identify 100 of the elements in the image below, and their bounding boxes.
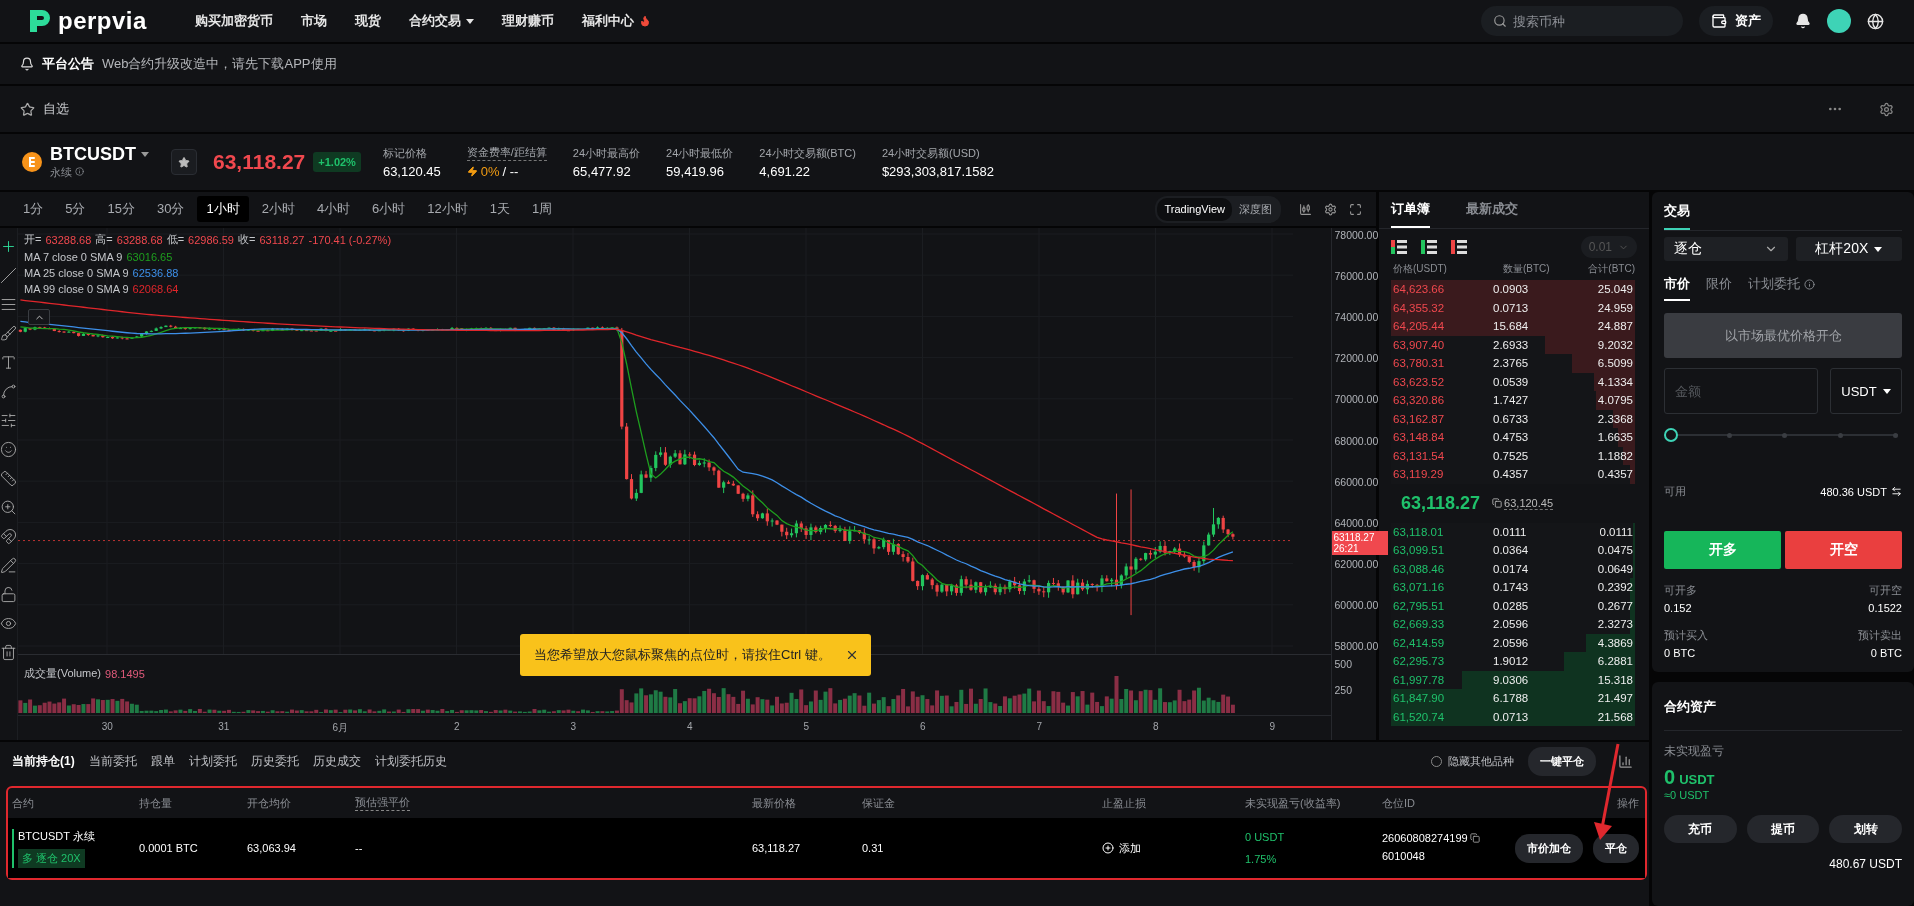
asset-action-button[interactable]: 充币 [1664, 815, 1737, 843]
amount-slider[interactable] [1664, 428, 1898, 442]
bid-price[interactable]: 62,295.73 [1393, 655, 1493, 668]
smile-icon[interactable] [0, 441, 17, 458]
avatar[interactable] [1827, 9, 1851, 33]
positions-tab[interactable]: 历史成交 [312, 752, 361, 770]
pattern-icon[interactable] [0, 383, 17, 400]
order-type-tab[interactable]: 市价 [1664, 275, 1690, 301]
position-action-button[interactable]: 市价加仓 [1515, 833, 1583, 863]
order-type-tab[interactable]: 计划委托 [1748, 275, 1815, 301]
nav-item[interactable]: 理财赚币 [487, 0, 568, 42]
ask-price[interactable]: 63,320.86 [1393, 394, 1493, 407]
assets-button[interactable]: 资产 [1699, 6, 1773, 36]
transfer-icon[interactable] [1891, 486, 1902, 497]
crosshair-icon[interactable] [0, 238, 17, 255]
chart-view-tab[interactable]: TradingView [1157, 197, 1232, 221]
close-all-button[interactable]: 一键平仓 [1528, 746, 1596, 776]
bid-price[interactable]: 61,997.78 [1393, 673, 1493, 686]
timeframe-tab[interactable]: 2小时 [252, 196, 304, 222]
chart-view-tab[interactable]: 深度图 [1232, 197, 1279, 221]
announcement-text[interactable]: Web合约升级改造中，请先下载APP使用 [102, 55, 337, 73]
unlock-icon[interactable] [0, 586, 17, 603]
positions-tab[interactable]: 当前委托 [88, 752, 137, 770]
brush-icon[interactable] [0, 325, 17, 342]
nav-item[interactable]: 现货 [340, 0, 395, 42]
bid-price[interactable]: 61,847.90 [1393, 692, 1493, 705]
pencil-icon[interactable] [0, 557, 17, 574]
ask-price[interactable]: 63,131.54 [1393, 449, 1493, 462]
hide-others-label[interactable]: 隐藏其他品种 [1448, 753, 1514, 769]
positions-tab[interactable]: 计划委托历史 [374, 752, 447, 770]
bid-price[interactable]: 63,118.01 [1393, 525, 1493, 538]
favorites-label[interactable]: 自选 [43, 100, 69, 118]
timeframe-tab[interactable]: 6小时 [363, 196, 415, 222]
line-icon[interactable] [0, 267, 17, 284]
ask-price[interactable]: 64,205.44 [1393, 320, 1493, 333]
settings-icon[interactable] [1879, 101, 1894, 117]
bid-price[interactable]: 61,520.74 [1393, 710, 1493, 723]
position-action-button[interactable]: 平仓 [1593, 833, 1639, 863]
open-short-button[interactable]: 开空 [1785, 531, 1902, 569]
search-field[interactable]: 搜索币种 [1481, 6, 1683, 36]
ask-price[interactable]: 63,162.87 [1393, 412, 1493, 425]
order-type-tab[interactable]: 限价 [1706, 275, 1732, 301]
ask-price[interactable]: 63,148.84 [1393, 431, 1493, 444]
amount-field[interactable]: 金额 [1664, 368, 1818, 414]
nav-item[interactable]: 福利中心 [567, 0, 665, 42]
magnet-icon[interactable] [0, 528, 17, 545]
ask-price[interactable]: 63,780.31 [1393, 357, 1493, 370]
ask-price[interactable]: 64,623.66 [1393, 283, 1493, 296]
collapse-button[interactable] [28, 309, 50, 325]
timeframe-tab[interactable]: 4小时 [307, 196, 360, 222]
globe-icon[interactable] [1867, 12, 1884, 30]
bid-price[interactable]: 63,088.46 [1393, 562, 1493, 575]
ask-price[interactable]: 64,355.32 [1393, 301, 1493, 314]
book-layout-icon[interactable] [1391, 240, 1407, 254]
timeframe-tab[interactable]: 12小时 [418, 196, 477, 222]
chart-icon[interactable] [1618, 753, 1633, 769]
positions-tab[interactable]: 当前持仓(1) [12, 752, 75, 770]
copy-icon[interactable] [1470, 833, 1480, 844]
timeframe-tab[interactable]: 1周 [523, 196, 562, 222]
ask-price[interactable]: 63,119.29 [1393, 468, 1493, 481]
bid-price[interactable]: 62,795.51 [1393, 599, 1493, 612]
margin-mode-select[interactable]: 逐仓 [1664, 237, 1788, 261]
bid-price[interactable]: 62,414.59 [1393, 636, 1493, 649]
settings-icon[interactable] [1324, 202, 1337, 216]
timeframe-tab[interactable]: 30分 [147, 196, 194, 222]
bid-price[interactable]: 62,669.33 [1393, 618, 1493, 631]
timeframe-tab[interactable]: 5分 [56, 196, 95, 222]
bid-price[interactable]: 63,071.16 [1393, 581, 1493, 594]
lines-icon[interactable] [0, 296, 17, 313]
nav-item[interactable]: 市场 [286, 0, 341, 42]
timeframe-tab[interactable]: 1天 [480, 196, 520, 222]
unit-select[interactable]: USDT [1830, 368, 1902, 414]
asset-action-button[interactable]: 提币 [1746, 815, 1820, 843]
positions-tab[interactable]: 计划委托 [188, 752, 237, 770]
notification-icon[interactable] [1795, 13, 1811, 29]
nav-item[interactable]: 合约交易 [394, 0, 488, 42]
fullscreen-icon[interactable] [1349, 202, 1362, 216]
leverage-select[interactable]: 杠杆20X [1795, 237, 1902, 261]
ask-price[interactable]: 63,907.40 [1393, 338, 1493, 351]
sliders-icon[interactable] [0, 412, 17, 429]
orderbook-tab[interactable]: 最新成交 [1466, 192, 1518, 228]
book-layout-icon[interactable] [1421, 240, 1437, 254]
asset-action-button[interactable]: 划转 [1829, 815, 1902, 843]
positions-tab[interactable]: 跟单 [150, 752, 175, 770]
timeframe-tab[interactable]: 1小时 [197, 196, 249, 222]
timeframe-tab[interactable]: 15分 [98, 196, 144, 222]
trash-icon[interactable] [0, 644, 17, 661]
text-icon[interactable] [0, 354, 17, 371]
orderbook-tab[interactable]: 订单簿 [1391, 192, 1430, 228]
ruler-icon[interactable] [0, 470, 17, 487]
bid-price[interactable]: 63,099.51 [1393, 544, 1493, 557]
slider-thumb[interactable] [1664, 428, 1678, 442]
indicator-icon[interactable] [1299, 202, 1312, 216]
favorite-button[interactable] [171, 149, 197, 175]
positions-tab[interactable]: 历史委托 [250, 752, 299, 770]
add-tp-sl-button[interactable]: 添加 [1102, 840, 1141, 856]
zoom-in-icon[interactable] [0, 499, 17, 516]
timeframe-tab[interactable]: 1分 [14, 196, 53, 222]
symbol-selector[interactable]: BTCUSDT [50, 144, 149, 165]
eye-icon[interactable] [0, 615, 17, 632]
